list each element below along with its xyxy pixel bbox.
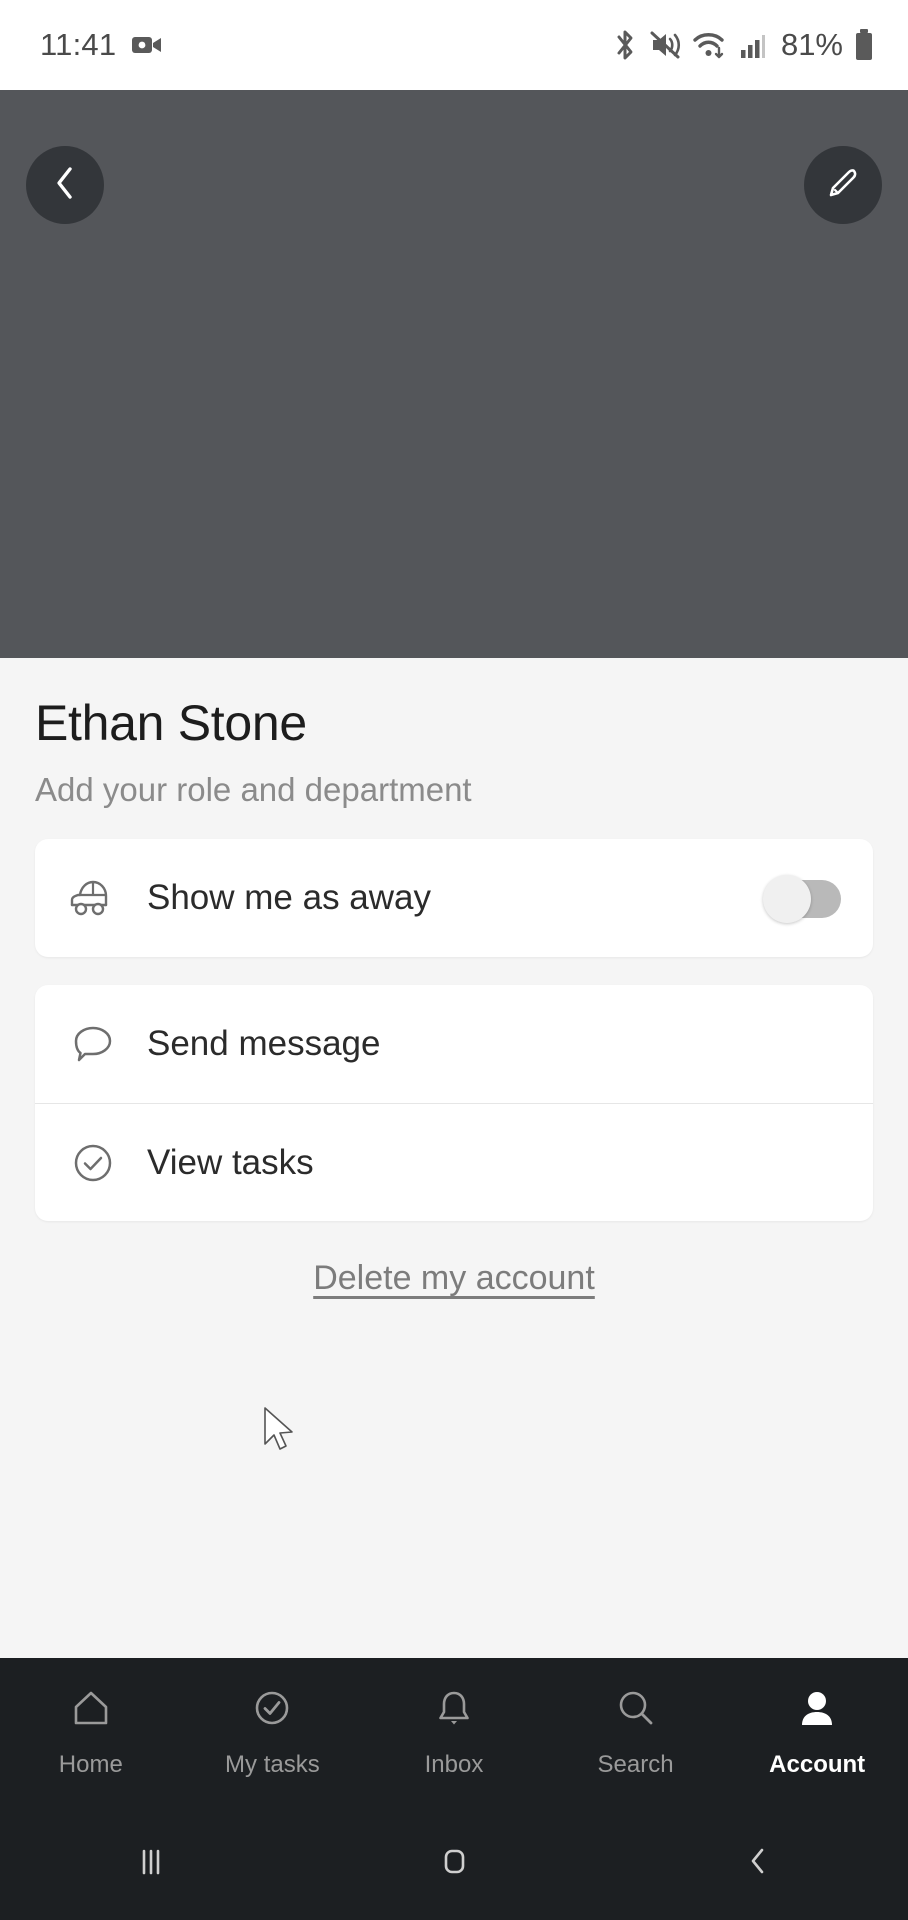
- tab-home-label: Home: [58, 1751, 123, 1778]
- video-recording-icon: [132, 34, 162, 56]
- back-chevron-icon: [50, 164, 80, 207]
- system-navigation-bar: [0, 1806, 908, 1920]
- back-button[interactable]: [26, 146, 104, 224]
- check-circle-icon: [248, 1685, 296, 1738]
- tab-inbox[interactable]: Inbox: [363, 1685, 545, 1779]
- home-button[interactable]: [303, 1841, 606, 1886]
- status-bar-left: 11:41: [40, 27, 162, 63]
- mute-vibrate-icon: [649, 28, 681, 62]
- page-title: Ethan Stone: [35, 695, 307, 751]
- phone-screen: 11:41 81% Ethan Stone Add your role and …: [0, 0, 908, 1920]
- tab-inbox-label: Inbox: [424, 1751, 484, 1778]
- actions-card: Send message View tasks: [35, 985, 873, 1221]
- bluetooth-icon: [612, 28, 638, 62]
- magnifier-icon: [612, 1685, 660, 1738]
- speech-bubble-icon: [65, 1021, 121, 1067]
- delete-account-wrap: Delete my account: [35, 1259, 873, 1298]
- show-me-as-away-row[interactable]: Show me as away: [35, 839, 873, 957]
- show-me-as-away-label: Show me as away: [147, 878, 432, 917]
- system-back-button[interactable]: [605, 1841, 908, 1886]
- edit-profile-button[interactable]: [804, 146, 882, 224]
- check-circle-icon: [65, 1139, 121, 1187]
- show-me-as-away-toggle[interactable]: [763, 875, 841, 923]
- pencil-icon: [822, 162, 864, 209]
- status-time: 11:41: [40, 27, 117, 62]
- tab-home[interactable]: Home: [0, 1685, 182, 1779]
- away-card: Show me as away: [35, 839, 873, 957]
- back-chevron-icon: [739, 1841, 775, 1886]
- bell-icon: [430, 1685, 478, 1738]
- cellular-signal-icon: [739, 30, 767, 60]
- tab-account[interactable]: Account: [726, 1685, 908, 1779]
- status-bar-right: 81%: [612, 27, 874, 63]
- view-tasks-row[interactable]: View tasks: [35, 1103, 873, 1221]
- person-icon: [793, 1685, 841, 1738]
- bottom-tab-bar: Home My tasks Inbox Search Account: [0, 1658, 908, 1806]
- recent-apps-button[interactable]: [0, 1841, 303, 1886]
- profile-subtitle: Add your role and department: [35, 771, 472, 808]
- car-icon: [65, 876, 121, 920]
- tab-my-tasks[interactable]: My tasks: [182, 1685, 364, 1779]
- toggle-knob: [763, 875, 811, 923]
- battery-percent-label: 81%: [780, 27, 843, 62]
- profile-cover-area: [0, 90, 908, 658]
- tab-my-tasks-label: My tasks: [225, 1751, 320, 1778]
- send-message-label: Send message: [147, 1024, 381, 1063]
- tab-search[interactable]: Search: [545, 1685, 727, 1779]
- tab-account-label: Account: [769, 1751, 866, 1778]
- view-tasks-label: View tasks: [147, 1142, 314, 1182]
- battery-icon: [854, 28, 874, 62]
- tab-search-label: Search: [597, 1751, 674, 1778]
- mouse-cursor: [262, 1406, 298, 1458]
- home-square-icon: [434, 1841, 474, 1886]
- send-message-row[interactable]: Send message: [35, 985, 873, 1103]
- status-bar: 11:41 81%: [0, 0, 908, 90]
- wifi-icon: [692, 29, 728, 61]
- delete-my-account-link[interactable]: Delete my account: [313, 1259, 595, 1298]
- home-icon: [67, 1685, 115, 1738]
- recent-apps-icon: [132, 1841, 170, 1886]
- profile-sheet: Ethan Stone Add your role and department…: [0, 658, 908, 1658]
